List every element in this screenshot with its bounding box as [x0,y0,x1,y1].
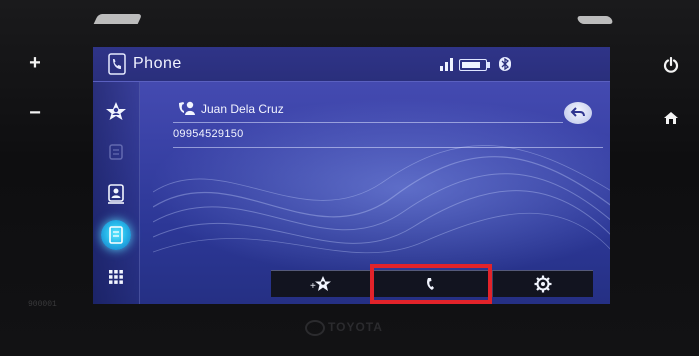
sidebar-item-contacts[interactable] [101,179,131,209]
sidebar [93,82,140,304]
sidebar-item-keypad[interactable] [101,262,131,292]
sidebar-item-history[interactable] [101,137,131,167]
divider [173,147,603,148]
home-button[interactable] [656,103,686,133]
home-icon [664,112,678,124]
battery-icon [459,59,490,71]
power-button[interactable] [656,50,686,80]
brand-logo-icon [305,320,325,336]
call-history-icon [109,144,123,160]
infotainment-screen: Phone Juan Dela Cruz 09954529150 [93,47,610,304]
model-code: 900001 [28,300,57,309]
minus-icon: − [29,102,41,124]
sidebar-item-phonebook[interactable] [101,220,131,250]
phonebook-icon [109,226,123,244]
power-icon [663,57,679,73]
add-favorite-button[interactable]: + [271,271,372,297]
settings-button[interactable] [493,271,593,297]
signal-icon [440,58,453,71]
contact-number[interactable]: 09954529150 [173,128,244,140]
add-favorite-icon: + [310,276,331,292]
phone-app-icon [108,53,126,75]
page-title: Phone [133,55,182,72]
wave-background [153,145,610,254]
divider [173,122,563,123]
title-bar: Phone [93,47,610,82]
contact-name: Juan Dela Cruz [201,102,284,116]
back-icon [570,107,585,117]
back-button[interactable] [564,102,592,124]
volume-up-button[interactable]: + [20,48,50,78]
svg-text:+: + [310,281,316,292]
plus-icon: + [29,52,41,74]
contact-person-icon [179,101,195,115]
settings-gear-icon [534,275,552,293]
call-button-highlight [370,264,492,304]
bezel-accent-right [576,16,614,24]
sidebar-item-favorites[interactable] [101,96,131,126]
bluetooth-icon [499,57,511,71]
bezel-accent-left [93,14,143,24]
volume-down-button[interactable]: − [20,98,50,128]
star-contact-icon [106,102,126,120]
brand-label: TOYOTA [328,320,383,334]
keypad-icon [109,270,123,284]
contacts-icon [108,184,124,204]
